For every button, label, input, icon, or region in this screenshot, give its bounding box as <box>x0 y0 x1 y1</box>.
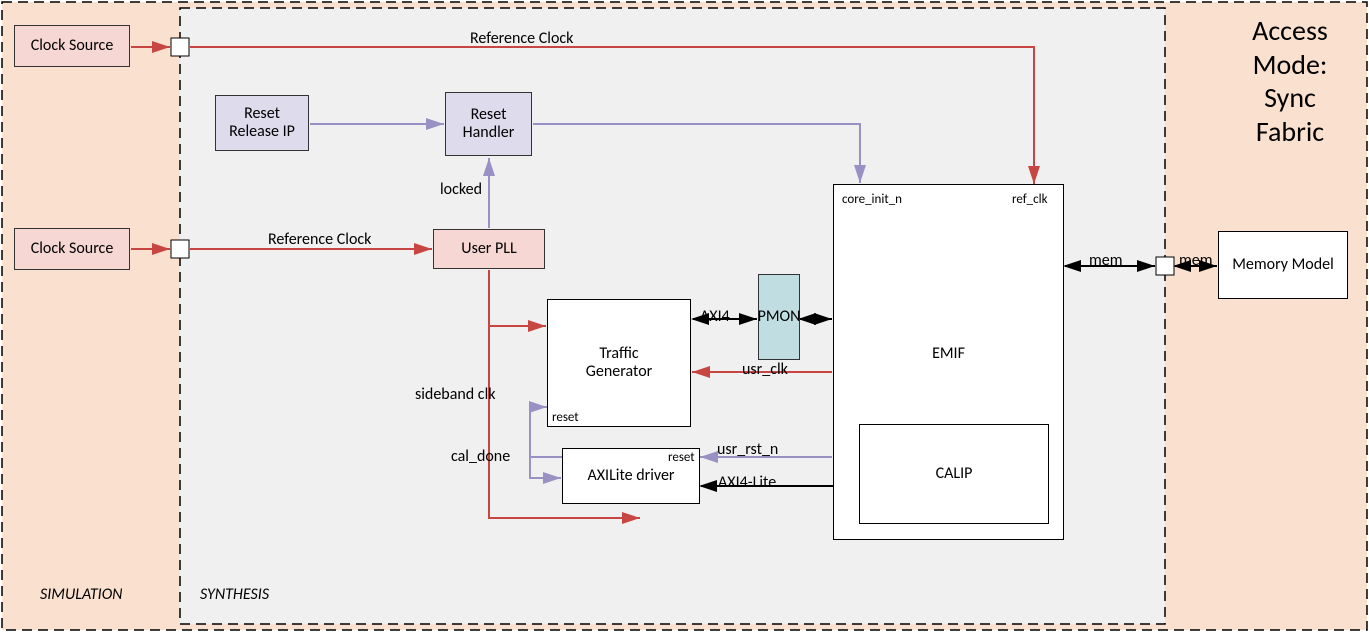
block-calip: CALIP <box>859 424 1049 524</box>
label-reference-clock-bot: Reference Clock <box>268 230 371 249</box>
label-axi4-lite: AXI4-Lite <box>718 473 776 492</box>
port-axl-reset: reset <box>668 450 695 465</box>
reset-release-ip-label: Reset Release IP <box>229 105 295 142</box>
title-line4: Fabric <box>1256 114 1324 149</box>
label-sideband-clk: sideband clk <box>415 385 496 404</box>
traffic-gen-label: Traffic Generator <box>586 345 652 382</box>
reset-handler-label: Reset Handler <box>463 106 515 143</box>
region-label-synthesis: SYNTHESIS <box>200 585 269 604</box>
label-axi4: AXI4 <box>700 307 730 326</box>
label-reference-clock-top: Reference Clock <box>470 29 573 48</box>
diagram-title: Access Mode: Sync Fabric <box>1220 14 1360 148</box>
diagram-canvas: Access Mode: Sync Fabric SIMULATION SYNT… <box>0 0 1369 632</box>
label-cal-done: cal_done <box>451 447 510 466</box>
axilite-driver-label: AXILite driver <box>587 467 674 485</box>
block-clock-source-top: Clock Source <box>14 25 130 67</box>
block-memory-model: Memory Model <box>1218 231 1348 299</box>
label-locked: locked <box>440 180 482 199</box>
memory-model-label: Memory Model <box>1232 256 1334 274</box>
port-tg-reset: reset <box>552 410 579 425</box>
clock-source-bot-label: Clock Source <box>31 240 114 258</box>
block-user-pll: User PLL <box>433 229 545 269</box>
user-pll-label: User PLL <box>461 240 516 258</box>
port-core-init-n: core_init_n <box>842 192 902 207</box>
clock-source-top-label: Clock Source <box>31 37 114 55</box>
label-mem-a: mem <box>1089 251 1123 270</box>
title-line1: Access <box>1252 13 1328 48</box>
pmon-label: PMON <box>758 308 801 326</box>
emif-label: EMIF <box>834 345 1063 363</box>
block-reset-release-ip: Reset Release IP <box>215 95 309 151</box>
block-pmon: PMON <box>758 274 800 360</box>
block-reset-handler: Reset Handler <box>445 92 532 156</box>
title-line2: Mode: <box>1253 47 1328 82</box>
calip-label: CALIP <box>936 465 973 483</box>
port-ref-clk: ref_clk <box>1012 192 1048 207</box>
label-mem-b: mem <box>1179 251 1213 270</box>
title-line3: Sync <box>1264 80 1316 115</box>
region-label-simulation: SIMULATION <box>40 585 123 604</box>
label-usr-rst-n: usr_rst_n <box>717 440 778 459</box>
label-usr-clk: usr_clk <box>742 360 788 379</box>
block-traffic-generator: Traffic Generator <box>547 299 691 427</box>
block-clock-source-bot: Clock Source <box>14 228 130 270</box>
